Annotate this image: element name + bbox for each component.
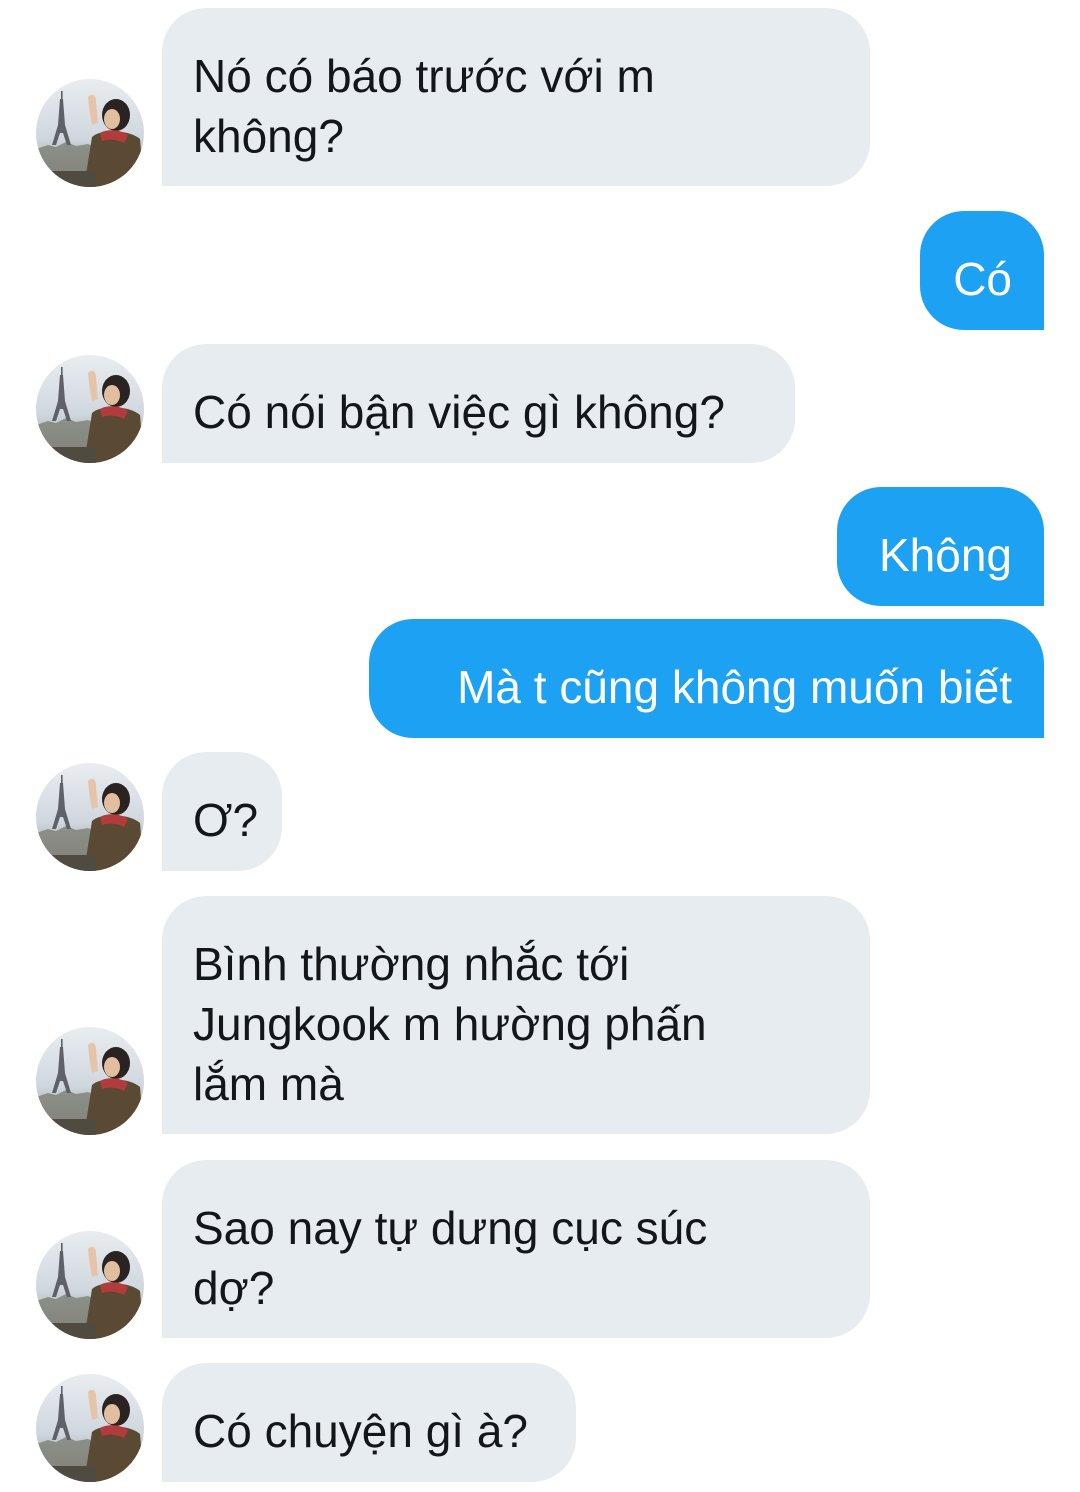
avatar[interactable] <box>36 763 144 871</box>
message-outgoing[interactable]: Không <box>837 487 1044 606</box>
avatar[interactable] <box>36 79 144 187</box>
avatar[interactable] <box>36 355 144 463</box>
message-incoming[interactable]: Nó có báo trước với m không? <box>162 8 870 186</box>
message-incoming[interactable]: Sao nay tự dưng cục súc dợ? <box>162 1160 870 1338</box>
message-outgoing[interactable]: Có <box>920 211 1044 330</box>
avatar[interactable] <box>36 1027 144 1135</box>
avatar-photo <box>36 1231 144 1339</box>
avatar-photo <box>36 79 144 187</box>
avatar[interactable] <box>36 1231 144 1339</box>
message-outgoing[interactable]: Mà t cũng không muốn biết <box>369 619 1044 738</box>
avatar-photo <box>36 1374 144 1482</box>
avatar-photo <box>36 355 144 463</box>
message-incoming[interactable]: Bình thường nhắc tới Jungkook m hường ph… <box>162 896 870 1134</box>
avatar-photo <box>36 763 144 871</box>
message-incoming[interactable]: Có nói bận việc gì không? <box>162 344 795 463</box>
avatar[interactable] <box>36 1374 144 1482</box>
message-incoming[interactable]: Ơ? <box>162 752 282 871</box>
message-incoming[interactable]: Có chuyện gì à? <box>162 1363 576 1482</box>
avatar-photo <box>36 1027 144 1135</box>
